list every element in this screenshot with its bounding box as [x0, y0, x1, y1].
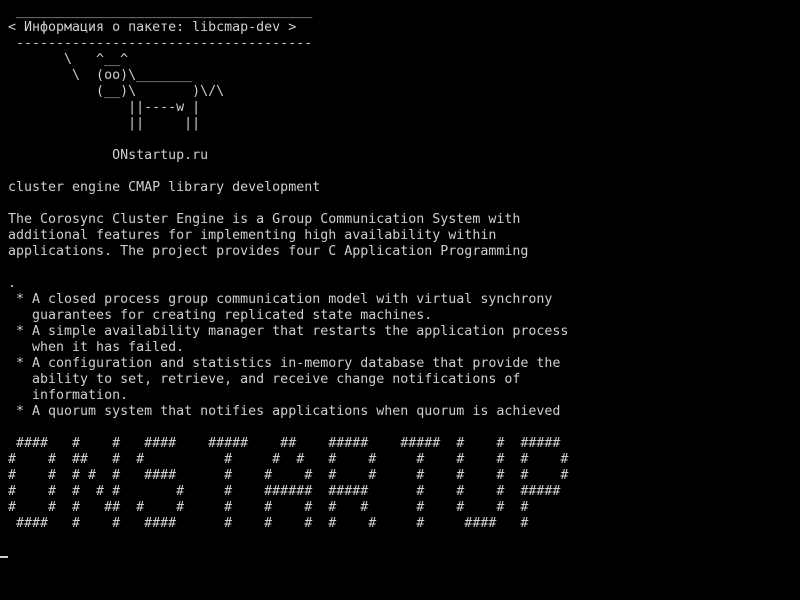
terminal-line: guarantees for creating replicated state…: [8, 308, 433, 323]
terminal-line: * A configuration and statistics in-memo…: [8, 356, 561, 371]
terminal-line: # # # ## # # # # # # # # # # #: [8, 500, 529, 515]
terminal-line: ||----w |: [8, 100, 201, 115]
terminal-line: # # ## # # # # # # # # # # # #: [8, 452, 569, 467]
terminal-line: information.: [8, 388, 129, 403]
terminal-line: (__)\ )\/\: [8, 84, 225, 99]
terminal-line: #### # # #### # # # # # # #### #: [8, 516, 529, 531]
terminal-line: .: [8, 276, 17, 291]
terminal-line: * A simple availability manager that res…: [8, 324, 569, 339]
terminal-line: ONstartup.ru: [8, 148, 209, 163]
terminal-line: || ||: [8, 116, 201, 131]
terminal-line: cluster engine CMAP library development: [8, 180, 321, 195]
terminal-line: additional features for implementing hig…: [8, 228, 497, 243]
text-cursor: [0, 556, 8, 558]
terminal-line: #### # # #### ##### ## ##### ##### # # #…: [8, 436, 561, 451]
terminal-line: < Информация о пакете: libcmap-dev >: [8, 20, 297, 35]
terminal-line: * A closed process group communication m…: [8, 292, 553, 307]
terminal-line: applications. The project provides four …: [8, 244, 529, 259]
terminal-line: \ (oo)\_______: [8, 68, 193, 83]
terminal-screen[interactable]: _____________________________________ < И…: [0, 0, 800, 600]
terminal-line: The Corosync Cluster Engine is a Group C…: [8, 212, 521, 227]
terminal-line: _____________________________________: [8, 4, 313, 19]
terminal-line: # # # # # #### # # # # # # # # # #: [8, 468, 569, 483]
terminal-line: # # # # # # # ###### ##### # # # #####: [8, 484, 561, 499]
terminal-line: when it has failed.: [8, 340, 185, 355]
terminal-line: \ ^__^: [8, 52, 129, 67]
terminal-line: ability to set, retrieve, and receive ch…: [8, 372, 521, 387]
terminal-line: -------------------------------------: [8, 36, 313, 51]
terminal-line: * A quorum system that notifies applicat…: [8, 404, 561, 419]
